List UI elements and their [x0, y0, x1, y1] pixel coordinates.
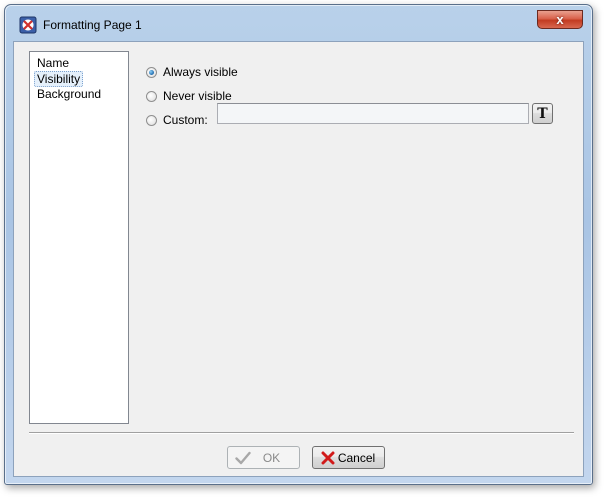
cancel-button-label: Cancel: [337, 450, 376, 465]
footer-divider: [29, 432, 574, 434]
expression-editor-button[interactable]: T: [532, 103, 553, 124]
radio-button-never-visible[interactable]: [146, 90, 157, 102]
radio-button-always-visible[interactable]: [146, 66, 157, 78]
title-bar[interactable]: Formatting Page 1 x: [5, 5, 592, 41]
radio-label-custom: Custom:: [163, 113, 208, 127]
formatting-dialog: Formatting Page 1 x Name Visibility Back…: [4, 4, 593, 485]
custom-expression-input[interactable]: [217, 103, 529, 124]
close-button[interactable]: x: [537, 10, 583, 29]
app-icon: [19, 16, 37, 34]
window-title: Formatting Page 1: [43, 18, 142, 32]
text-format-icon: T: [537, 105, 548, 122]
radio-custom[interactable]: Custom:: [146, 112, 208, 128]
ok-button-label: OK: [262, 450, 281, 465]
radio-never-visible[interactable]: Never visible: [146, 88, 232, 104]
ok-button[interactable]: OK: [227, 446, 300, 469]
cancel-x-icon: [319, 450, 337, 466]
dialog-body: Name Visibility Background Always visibl…: [13, 41, 584, 477]
radio-label-always-visible: Always visible: [163, 65, 238, 79]
close-icon: x: [556, 12, 564, 27]
category-item-name[interactable]: Name: [35, 56, 71, 70]
category-list[interactable]: Name Visibility Background: [29, 51, 129, 424]
checkmark-icon: [234, 450, 252, 466]
cancel-button[interactable]: Cancel: [312, 446, 385, 469]
category-item-visibility[interactable]: Visibility: [34, 71, 84, 87]
radio-button-custom[interactable]: [146, 114, 157, 126]
category-item-background[interactable]: Background: [35, 87, 103, 101]
radio-label-never-visible: Never visible: [163, 89, 232, 103]
radio-always-visible[interactable]: Always visible: [146, 64, 238, 80]
